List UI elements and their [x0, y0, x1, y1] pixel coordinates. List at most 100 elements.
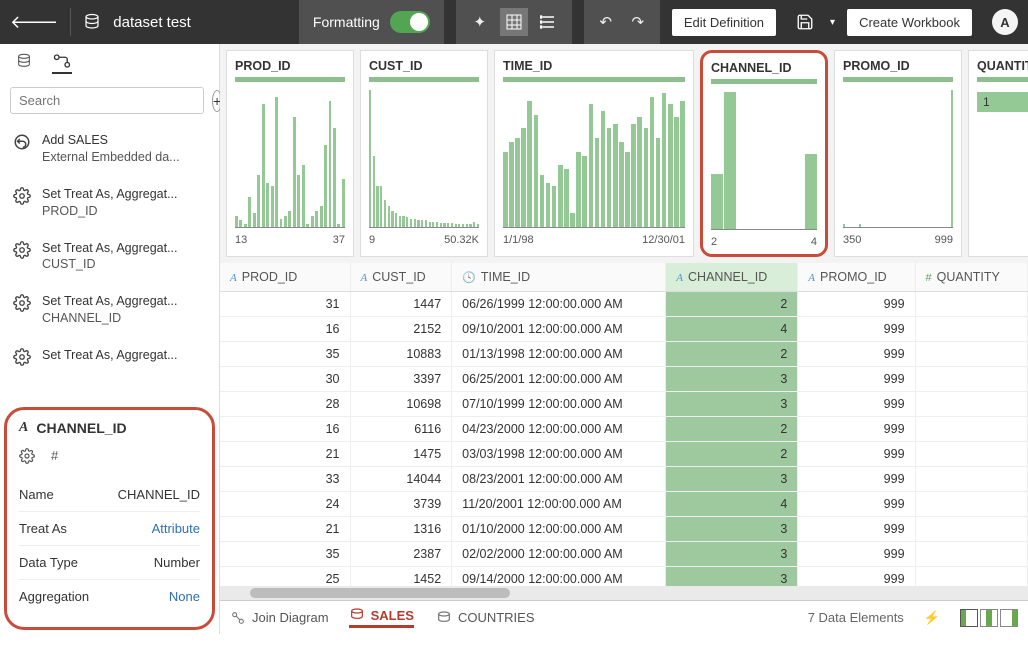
app-header: 🡐 dataset test Formatting ✦ ↶ ↷ Edit Def…: [0, 0, 1028, 44]
action-item[interactable]: Set Treat As, Aggregat...CUST_ID: [0, 230, 217, 284]
table-row[interactable]: 30 3397 06/25/2001 12:00:00.000 AM 3 999: [220, 367, 1028, 392]
action-item[interactable]: Set Treat As, Aggregat...CHANNEL_ID: [0, 283, 217, 337]
column-header-PROMO_ID[interactable]: APROMO_ID: [798, 263, 915, 292]
column-card-PROD_ID[interactable]: PROD_ID 1337: [226, 50, 354, 257]
table-row[interactable]: 35 10883 01/13/1998 12:00:00.000 AM 2 99…: [220, 342, 1028, 367]
column-card-QUANTITY_S[interactable]: QUANTITY_S1: [968, 50, 1028, 257]
cell-promo: 999: [798, 492, 915, 517]
layout-mid-icon[interactable]: [980, 609, 998, 627]
sidebar-tab-data[interactable]: [14, 54, 34, 74]
cell-qty: [915, 392, 1027, 417]
back-arrow-icon[interactable]: 🡐: [10, 12, 58, 33]
type-icon: A: [676, 272, 683, 284]
action-line1: Set Treat As, Aggregat...: [42, 240, 178, 257]
cell-cust: 14044: [350, 467, 452, 492]
user-avatar[interactable]: A: [992, 9, 1018, 35]
action-item[interactable]: Set Treat As, Aggregat...PROD_ID: [0, 176, 217, 230]
lightning-icon[interactable]: ⚡: [924, 610, 940, 626]
cell-cust: 2152: [350, 317, 452, 342]
cell-promo: 999: [798, 417, 915, 442]
save-icon[interactable]: [788, 13, 822, 31]
search-input[interactable]: [10, 87, 204, 114]
action-item[interactable]: Add SALESExternal Embedded da...: [0, 122, 217, 176]
footer-tab-countries[interactable]: COUNTRIES: [436, 608, 535, 628]
cell-channel: 2: [666, 342, 798, 367]
cell-qty: [915, 442, 1027, 467]
property-row[interactable]: AggregationNone: [19, 580, 200, 613]
table-row[interactable]: 24 3739 11/20/2001 12:00:00.000 AM 4 999: [220, 492, 1028, 517]
card-title: CUST_ID: [369, 59, 479, 73]
axis-max: 50.32K: [444, 234, 479, 246]
hash-icon[interactable]: #: [51, 448, 58, 464]
redo-icon[interactable]: ↷: [624, 8, 652, 36]
column-header-CUST_ID[interactable]: ACUST_ID: [350, 263, 452, 292]
save-chevron-icon[interactable]: ▾: [830, 17, 835, 28]
table-row[interactable]: 21 1475 03/03/1998 12:00:00.000 AM 2 999: [220, 442, 1028, 467]
cell-time: 07/10/1999 12:00:00.000 AM: [452, 392, 666, 417]
magic-wand-icon[interactable]: ✦: [466, 8, 494, 36]
column-card-CUST_ID[interactable]: CUST_ID 950.32K: [360, 50, 488, 257]
type-icon: A: [808, 272, 815, 284]
cell-prod: 16: [220, 417, 350, 442]
grid-view-icon[interactable]: [500, 8, 528, 36]
cell-cust: 1475: [350, 442, 452, 467]
cell-cust: 1452: [350, 567, 452, 587]
cell-qty: [915, 467, 1027, 492]
footer: Join Diagram SALESCOUNTRIES 7 Data Eleme…: [220, 600, 1028, 634]
action-line2: CUST_ID: [42, 256, 178, 273]
property-row[interactable]: Data TypeNumber: [19, 546, 200, 580]
data-table-wrap[interactable]: APROD_IDACUST_ID🕓TIME_IDACHANNEL_IDAPROM…: [220, 263, 1028, 586]
cell-channel: 3: [666, 567, 798, 587]
column-card-PROMO_ID[interactable]: PROMO_ID 350999: [834, 50, 962, 257]
column-header-CHANNEL_ID[interactable]: ACHANNEL_ID: [666, 263, 798, 292]
cell-promo: 999: [798, 317, 915, 342]
table-row[interactable]: 21 1316 01/10/2000 12:00:00.000 AM 3 999: [220, 517, 1028, 542]
edit-definition-button[interactable]: Edit Definition: [672, 9, 776, 36]
layout-left-icon[interactable]: [960, 609, 978, 627]
card-quality-bar: [843, 77, 953, 82]
cell-prod: 31: [220, 292, 350, 317]
undo-icon[interactable]: ↶: [592, 8, 620, 36]
gear-icon[interactable]: [19, 448, 35, 464]
cell-channel: 3: [666, 542, 798, 567]
column-header-PROD_ID[interactable]: APROD_ID: [220, 263, 350, 292]
table-row[interactable]: 35 2387 02/02/2000 12:00:00.000 AM 3 999: [220, 542, 1028, 567]
column-header-TIME_ID[interactable]: 🕓TIME_ID: [452, 263, 666, 292]
property-row[interactable]: Treat AsAttribute: [19, 512, 200, 546]
column-card-TIME_ID[interactable]: TIME_ID 1/1/9812/30/01: [494, 50, 694, 257]
cell-prod: 35: [220, 342, 350, 367]
footer-tab-sales[interactable]: SALES: [349, 608, 414, 628]
table-row[interactable]: 28 10698 07/10/1999 12:00:00.000 AM 3 99…: [220, 392, 1028, 417]
action-item[interactable]: Set Treat As, Aggregat...: [0, 337, 217, 377]
type-icon: 🕓: [462, 272, 476, 284]
cell-qty: [915, 542, 1027, 567]
axis-max: 37: [333, 234, 345, 246]
axis-max: 12/30/01: [642, 234, 685, 246]
create-workbook-button[interactable]: Create Workbook: [847, 9, 972, 36]
content-area: PROD_ID 1337CUST_ID 950.32KTIME_ID 1/1/9…: [220, 44, 1028, 634]
histogram-chart: [369, 90, 479, 228]
sidebar-tab-steps[interactable]: [52, 54, 72, 74]
data-table: APROD_IDACUST_ID🕓TIME_IDACHANNEL_IDAPROM…: [220, 263, 1028, 586]
property-row[interactable]: NameCHANNEL_ID: [19, 478, 200, 512]
table-row[interactable]: 31 1447 06/26/1999 12:00:00.000 AM 2 999: [220, 292, 1028, 317]
join-diagram-button[interactable]: Join Diagram: [230, 610, 329, 626]
card-title: CHANNEL_ID: [711, 61, 817, 75]
table-row[interactable]: 16 6116 04/23/2000 12:00:00.000 AM 2 999: [220, 417, 1028, 442]
column-header-QUANTITY_S[interactable]: #QUANTITY: [915, 263, 1027, 292]
cell-prod: 24: [220, 492, 350, 517]
table-row[interactable]: 16 2152 09/10/2001 12:00:00.000 AM 4 999: [220, 317, 1028, 342]
cell-time: 04/23/2000 12:00:00.000 AM: [452, 417, 666, 442]
cell-prod: 33: [220, 467, 350, 492]
layout-right-icon[interactable]: [1000, 609, 1018, 627]
column-card-CHANNEL_ID[interactable]: CHANNEL_ID 24: [700, 50, 828, 257]
table-row[interactable]: 33 14044 08/23/2001 12:00:00.000 AM 3 99…: [220, 467, 1028, 492]
property-label: Aggregation: [19, 589, 89, 604]
property-title: CHANNEL_ID: [36, 420, 126, 436]
horizontal-scrollbar[interactable]: [220, 586, 1028, 600]
table-row[interactable]: 25 1452 09/14/2000 12:00:00.000 AM 3 999: [220, 567, 1028, 587]
list-view-icon[interactable]: [534, 8, 562, 36]
formatting-toggle[interactable]: [390, 11, 430, 33]
cell-promo: 999: [798, 467, 915, 492]
cell-qty: [915, 292, 1027, 317]
